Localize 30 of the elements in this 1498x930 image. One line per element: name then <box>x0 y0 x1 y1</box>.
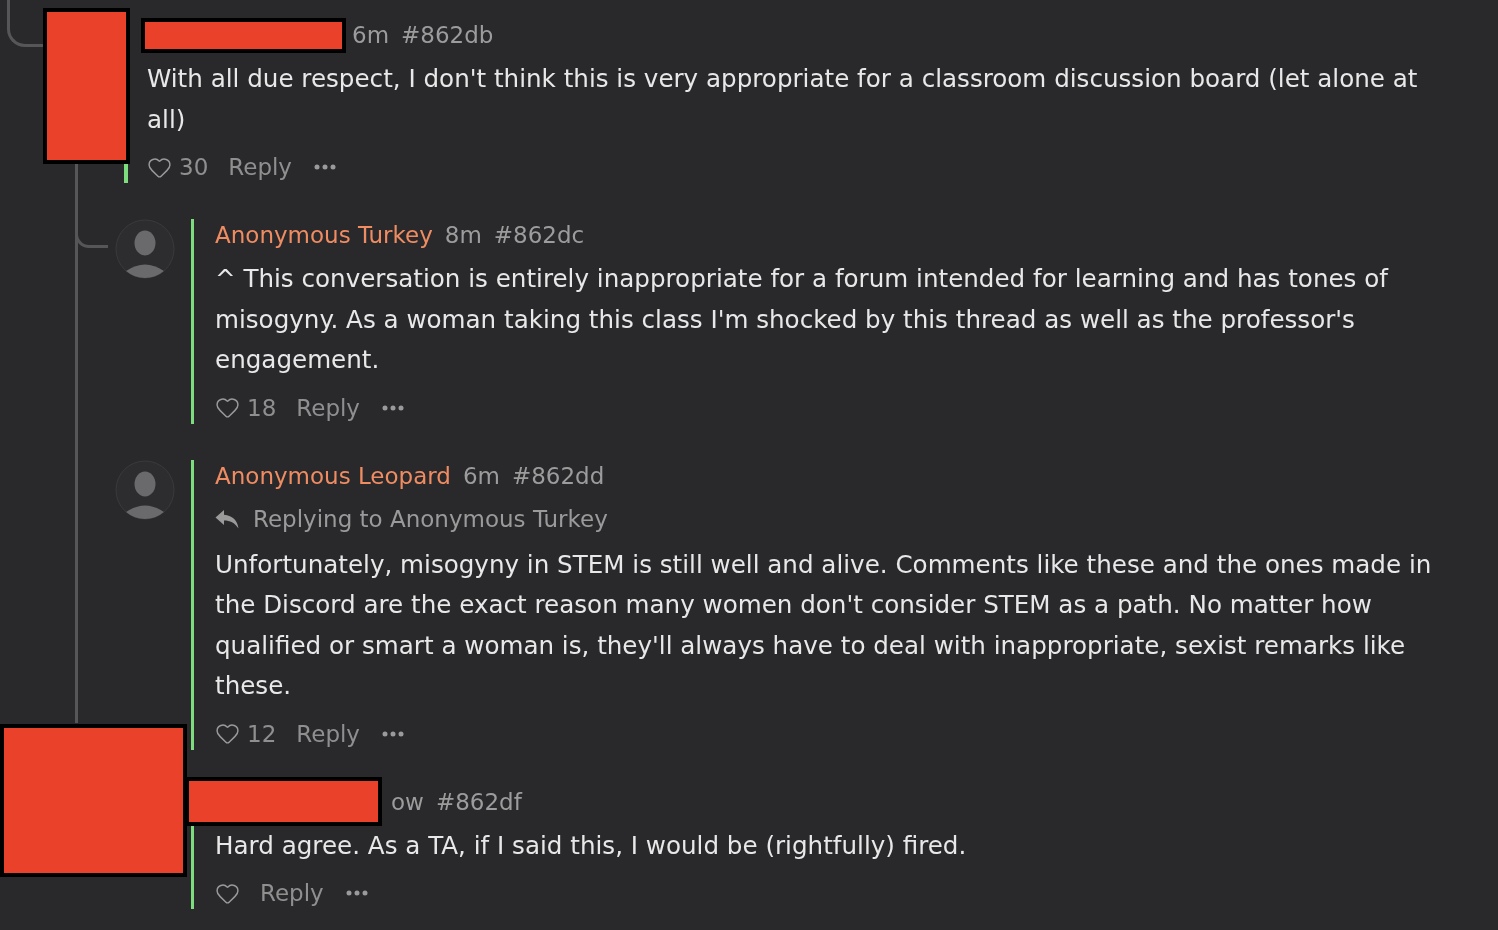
post-number: #862dc <box>493 221 585 250</box>
more-icon <box>382 404 404 411</box>
accent-bar <box>124 164 128 183</box>
heart-icon <box>215 395 240 420</box>
comment-text: With all due respect, I don't think this is very appropriate for a classroom discussion board (let alone at all) <box>147 63 1419 136</box>
comment-text: Hard agree. As a TA, if I said this, I would be (rightfully) fired. <box>215 829 968 862</box>
more-icon <box>345 890 368 896</box>
comment-text: Unfortunately, misogyny in STEM is still well and alive. Comments like these and the ones made in the Discord are the exact reason many women don't consider STEM as a path. No matter how qualified or smart a woman is, they'll always have to deal with inappropriate, sexist remarks like these. <box>215 548 1433 702</box>
post-number: #862db <box>401 21 494 50</box>
timestamp: 6m <box>462 461 500 491</box>
reply-button[interactable]: Reply <box>228 151 292 183</box>
reply-button[interactable]: Reply <box>296 391 360 424</box>
timestamp: 8m <box>444 221 482 250</box>
like-button[interactable]: 12 <box>215 717 277 750</box>
timestamp: 6m <box>352 21 390 50</box>
timestamp: ow <box>391 787 424 817</box>
comment-text: ^ This conversation is entirely inappropriate for a forum intended for learning and has tones of misogyny. As a woman taking this class I'm shocked by this thread as well as the professor's engagement. <box>215 263 1390 376</box>
reply-arrow-icon <box>215 508 239 529</box>
like-button[interactable]: 18 <box>215 391 277 424</box>
like-button[interactable]: 30 <box>147 151 209 183</box>
heart-icon <box>215 721 240 746</box>
reply-button[interactable]: Reply <box>296 717 360 750</box>
reply-button[interactable]: Reply <box>260 877 324 909</box>
author-name[interactable]: Anonymous Turkey <box>215 219 433 251</box>
author-name[interactable]: Anonymous Leopard <box>215 459 451 492</box>
replying-to-label: Replying to Anonymous Turkey <box>253 504 608 534</box>
post-number: #862df <box>435 787 522 817</box>
post-number: #862dd <box>511 461 605 491</box>
more-icon <box>314 164 336 170</box>
more-icon <box>382 730 404 737</box>
